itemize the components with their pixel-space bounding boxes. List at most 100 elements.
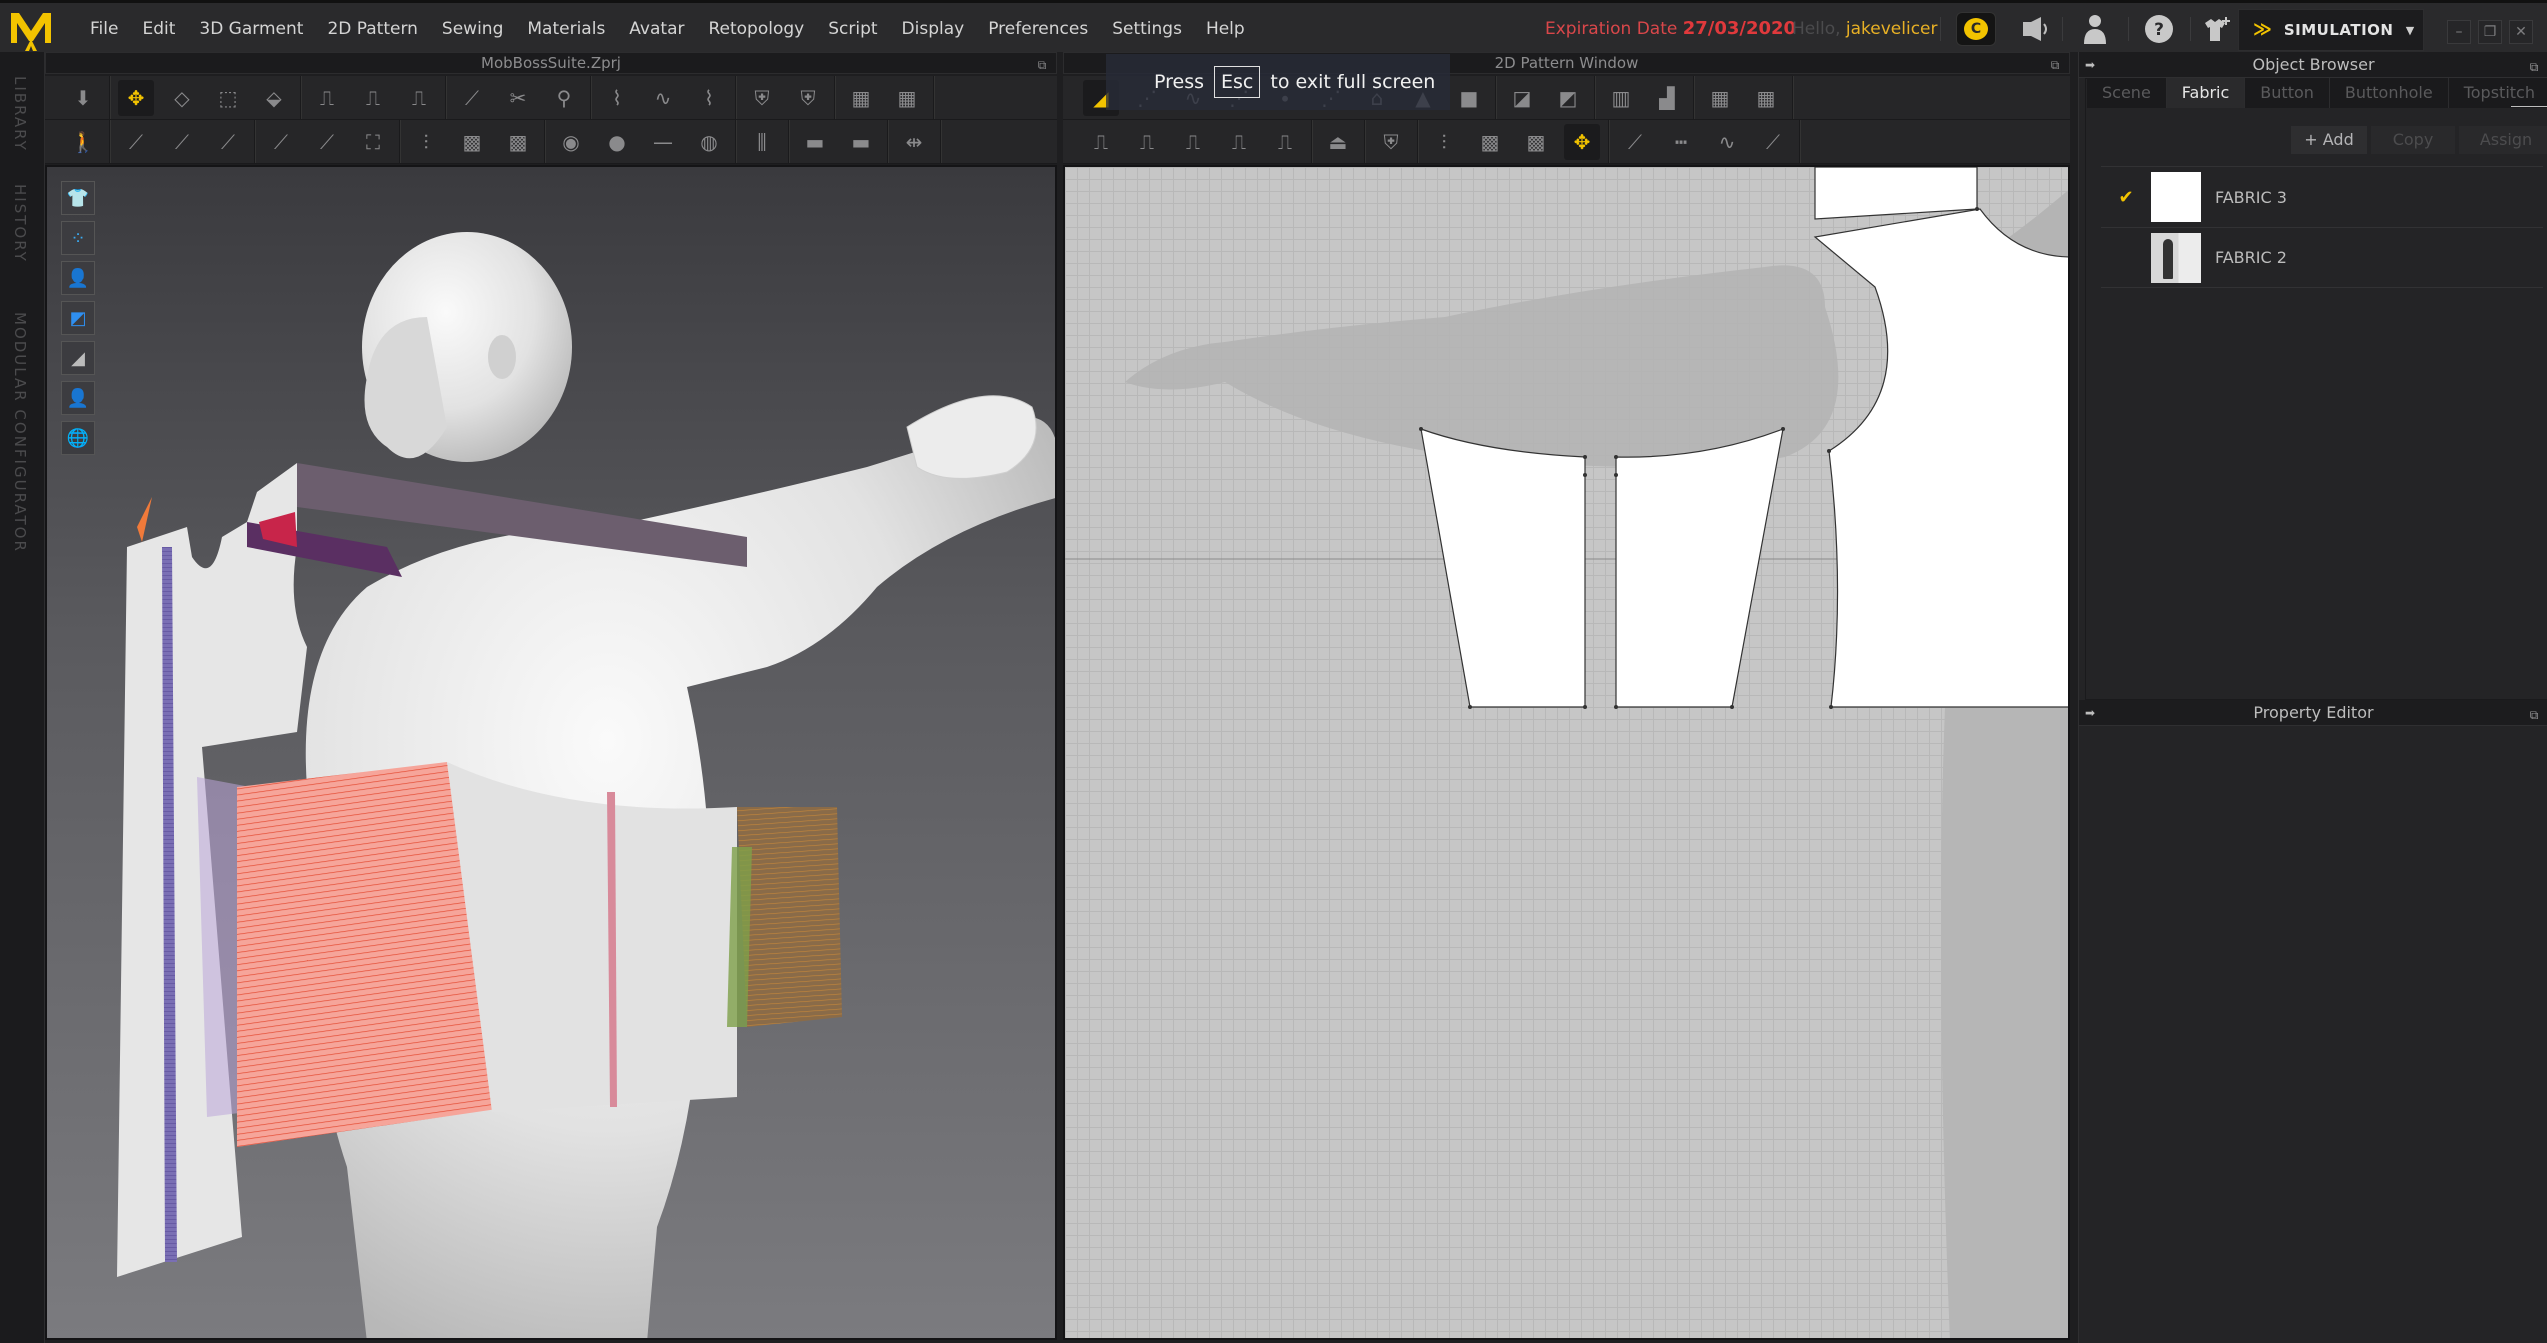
marvelous-designer-logo[interactable] — [8, 7, 54, 51]
zip-button-tool-button[interactable]: ◍ — [691, 124, 727, 160]
draw-3d-curve-tool-button[interactable]: ∿ — [645, 80, 681, 116]
assign-fabric-button[interactable]: Assign — [2459, 126, 2547, 154]
menu-retopology[interactable]: Retopology — [696, 3, 816, 55]
internal-rectangle-tool-button[interactable]: ◩ — [1550, 80, 1586, 116]
library-tab[interactable]: LIBRARY — [11, 76, 29, 152]
puckering-tool-button[interactable]: ▩ — [454, 124, 490, 160]
line-2d-tool-button[interactable]: ⟋ — [1617, 124, 1653, 160]
menu-3d-garment[interactable]: 3D Garment — [187, 3, 315, 55]
menu-avatar[interactable]: Avatar — [617, 3, 696, 55]
tab-buttonhole[interactable]: Buttonhole — [2329, 78, 2449, 108]
particle-icon[interactable]: ⁘ — [61, 221, 95, 255]
topstitch-2d-tool-button[interactable]: ⫶ — [1426, 124, 1462, 160]
ironing-tool-button[interactable]: ⏏ — [1320, 124, 1356, 160]
edit-line-tool-button[interactable]: ⟋ — [164, 124, 200, 160]
free-sewing-2d-tool-button[interactable]: ⎍ — [1129, 124, 1165, 160]
tab-fabric[interactable]: Fabric — [2166, 78, 2246, 108]
select-line-tool-button[interactable]: ⟋ — [118, 124, 154, 160]
tab-button[interactable]: Button — [2245, 78, 2330, 108]
username[interactable]: jakevelicer — [1846, 19, 1938, 39]
edit-mesh-2d-tool-button[interactable]: ▦ — [1748, 80, 1784, 116]
garment-fit-back-tool-button[interactable]: ⛨ — [790, 80, 826, 116]
restore-button[interactable]: ❐ — [2478, 20, 2502, 44]
menu-preferences[interactable]: Preferences — [976, 3, 1100, 55]
fold-tape-tool-button[interactable]: ▬ — [797, 124, 833, 160]
avatar-skin-icon[interactable]: 👤 — [61, 381, 95, 415]
fabric-list-item[interactable]: ✔ FABRIC 3 — [2101, 166, 2543, 227]
coin-icon[interactable]: C — [1956, 12, 1996, 46]
seamline-2d-tool-button[interactable]: ▩ — [1518, 124, 1554, 160]
wireframe-icon[interactable]: ◢ — [61, 341, 95, 375]
copy-fabric-button[interactable]: Copy — [2371, 126, 2455, 154]
pin-move-tool-button[interactable]: ⇹ — [896, 124, 932, 160]
fold-tool-button[interactable]: ⟋ — [309, 124, 345, 160]
popout-icon[interactable]: ⧉ — [2047, 55, 2063, 72]
popout-icon[interactable]: ⧉ — [2526, 702, 2542, 722]
announcement-icon[interactable] — [2018, 13, 2052, 45]
texture-icon[interactable]: ◩ — [61, 301, 95, 335]
fabric-list-item[interactable]: FABRIC 2 — [2101, 227, 2543, 288]
menu-help[interactable]: Help — [1194, 3, 1257, 55]
seamline-tool-button[interactable]: ▩ — [500, 124, 536, 160]
user-icon[interactable] — [2078, 13, 2112, 45]
environment-icon[interactable]: 🌐 — [61, 421, 95, 455]
draw-line-tool-button[interactable]: ⟋ — [263, 124, 299, 160]
avatar-display-icon[interactable]: 👤 — [61, 261, 95, 295]
garment-display-icon[interactable]: 👕 — [61, 181, 95, 215]
mode-dropdown-arrow[interactable]: ▼ — [2395, 9, 2425, 51]
2d-pattern-viewport[interactable] — [1063, 165, 2070, 1340]
transform-pattern-tool-button[interactable]: ◇ — [164, 80, 200, 116]
line-button-tool-button[interactable]: — — [645, 124, 681, 160]
tab-scene[interactable]: Scene — [2087, 78, 2167, 108]
find-sewing-tool-button[interactable]: ⎍ — [1267, 124, 1303, 160]
select-move-tool-button[interactable]: ✥ — [118, 79, 154, 116]
menu-display[interactable]: Display — [890, 3, 977, 55]
draw-3d-line-tool-button[interactable]: ⌇ — [599, 80, 635, 116]
simulation-tool-button[interactable]: ⬇ — [65, 80, 101, 116]
menu-settings[interactable]: Settings — [1100, 3, 1194, 55]
minimize-button[interactable]: – — [2447, 20, 2471, 44]
free-sewing-tool-button[interactable]: ⎍ — [355, 80, 391, 116]
dock-arrow-icon[interactable]: ➡ — [2085, 52, 2095, 78]
select-mesh-2d-tool-button[interactable]: ▦ — [1702, 80, 1738, 116]
cut-garment-tool-button[interactable]: ✂ — [500, 80, 536, 116]
dashed-line-tool-button[interactable]: ┅ — [1663, 124, 1699, 160]
buttonhole-tool-button[interactable]: ● — [599, 124, 635, 160]
elastic-tape-tool-button[interactable]: ▬ — [843, 124, 879, 160]
rectangle-tool-button[interactable]: ■ — [1451, 80, 1487, 116]
history-tab[interactable]: HISTORY — [11, 184, 29, 263]
puckering-2d-tool-button[interactable]: ▩ — [1472, 124, 1508, 160]
edit-mesh-tool-button[interactable]: ▦ — [889, 80, 925, 116]
menu-file[interactable]: File — [78, 3, 130, 55]
zipper-tool-button[interactable]: ⫼ — [744, 124, 780, 160]
avatar-pose-tool-button[interactable]: 🚶 — [65, 124, 101, 160]
segment-sewing-tool-button[interactable]: ⎍ — [309, 80, 345, 116]
edit-texture-tool-button[interactable]: ✥ — [1564, 123, 1600, 160]
symmetric-tool-button[interactable]: ▥ — [1603, 80, 1639, 116]
fold-garment-tool-button[interactable]: ⛶ — [355, 124, 391, 160]
button-tool-button[interactable]: ◉ — [553, 124, 589, 160]
internal-polygon-tool-button[interactable]: ◪ — [1504, 80, 1540, 116]
tab-topstitch[interactable]: Topstitch — [2448, 78, 2547, 108]
tack-tool-button[interactable]: ⎍ — [401, 80, 437, 116]
pin-tool-button[interactable]: ⟋ — [454, 80, 490, 116]
dock-arrow-icon[interactable]: ➡ — [2085, 700, 2095, 726]
menu-materials[interactable]: Materials — [515, 3, 617, 55]
pattern-fold-tool-button[interactable]: ⛨ — [1373, 124, 1409, 160]
3d-style-line-tool-button[interactable]: ⌇ — [691, 80, 727, 116]
help-icon[interactable]: ? — [2142, 13, 2176, 45]
popout-icon[interactable]: ⧉ — [2526, 54, 2542, 74]
show-line-tool-button[interactable]: ⟋ — [1755, 124, 1791, 160]
check-sewing-tool-button[interactable]: ⎍ — [1221, 124, 1257, 160]
garment-fit-front-tool-button[interactable]: ⛨ — [744, 80, 780, 116]
menu-edit[interactable]: Edit — [130, 3, 187, 55]
add-fabric-button[interactable]: + Add — [2291, 126, 2367, 154]
popout-icon[interactable]: ⧉ — [1034, 55, 1050, 72]
topstitch-tool-button[interactable]: ⫶ — [408, 124, 444, 160]
add-garment-icon[interactable] — [2200, 13, 2234, 45]
close-button[interactable]: ✕ — [2509, 20, 2533, 44]
transform-bounding-tool-button[interactable]: ⬚ — [210, 80, 246, 116]
unfold-tool-button[interactable]: ▟ — [1649, 80, 1685, 116]
tack-2d-tool-button[interactable]: ⎍ — [1175, 124, 1211, 160]
modular-configurator-tab[interactable]: MODULAR CONFIGURATOR — [11, 312, 29, 553]
